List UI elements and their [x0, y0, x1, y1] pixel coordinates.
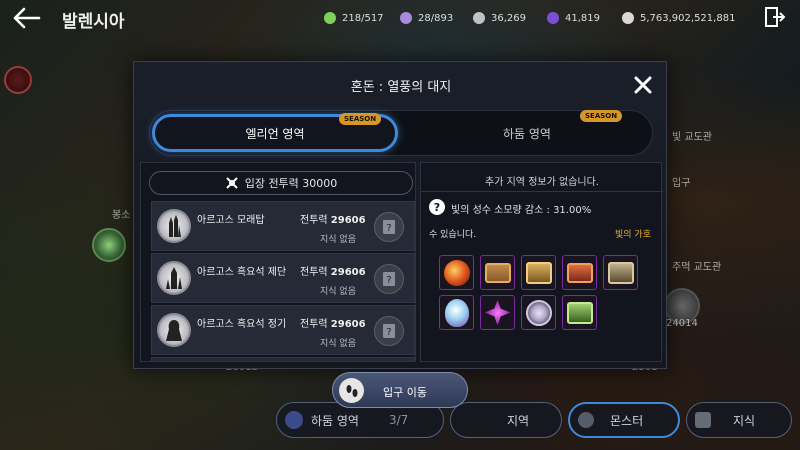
dungeon-entry[interactable]: 아르고스 모래탑 전투력 29606 지식 없음 ? [151, 201, 415, 251]
svg-text:?: ? [386, 327, 391, 338]
resource-purple-gem: 41,819 [547, 10, 600, 26]
bottom-tab-knowledge[interactable]: 지식 [686, 402, 792, 438]
dungeon-list-panel: 입장 전투력 30000 아르고스 모래탑 전투력 29606 지식 없음 ? … [140, 162, 416, 362]
knowledge-status: 지식 없음 [320, 235, 356, 245]
svg-text:?: ? [386, 223, 391, 234]
token-icon [400, 12, 412, 24]
map-label: 입구 [672, 178, 691, 189]
treasure-chest-icon[interactable] [480, 255, 515, 290]
spiral-portal-icon[interactable] [92, 228, 126, 262]
top-bar: 발렌시아 218/517 28/893 36,269 41,819 5,763,… [0, 0, 800, 36]
zone-info-panel: 추가 지역 정보가 없습니다. ? 빛의 성수 소모량 감소 : 31.00% … [420, 162, 663, 362]
divider [421, 191, 663, 192]
silver-coin-icon [473, 12, 485, 24]
tab-elion-zone[interactable]: 엘리언 영역 SEASON [152, 113, 398, 152]
season-badge: SEASON [339, 113, 382, 125]
move-to-entrance-button[interactable]: 입구 이동 [332, 372, 468, 408]
back-arrow-icon[interactable] [12, 6, 42, 30]
holy-water-reduction: 빛의 성수 소모량 감소 : 31.00% [451, 205, 592, 216]
knowledge-status: 지식 없음 [320, 287, 356, 297]
dungeon-power: 전투력 29606 [300, 319, 366, 330]
resource-crystal: 218/517 [324, 10, 384, 26]
exit-door-icon[interactable] [764, 6, 786, 28]
bottom-tab-monster[interactable]: 몬스터 [568, 402, 680, 438]
purple-gem-icon [547, 12, 559, 24]
knowledge-book-icon[interactable]: ? [374, 316, 404, 346]
green-chest-icon[interactable] [562, 295, 597, 330]
no-info-text: 추가 지역 정보가 없습니다. [485, 177, 599, 188]
help-icon[interactable]: ? [429, 199, 445, 215]
resource-silver: 36,269 [473, 10, 526, 26]
move-to-entrance-label: 입구 이동 [383, 386, 427, 399]
violet-shard-icon[interactable] [480, 295, 515, 330]
entry-power-requirement: 입장 전투력 30000 [149, 171, 413, 195]
dungeon-name: 아르고스 흑요석 제단 [197, 267, 287, 278]
knowledge-book-icon[interactable]: ? [374, 212, 404, 242]
crossed-swords-icon [225, 177, 238, 189]
iron-chest-icon[interactable] [603, 255, 638, 290]
gold-coin-icon [622, 12, 634, 24]
shield-marker-icon[interactable] [4, 66, 32, 94]
knowledge-status: 지식 없음 [320, 339, 356, 349]
dungeon-name: 아르고스 흑요석 정기 [197, 319, 287, 330]
svg-text:?: ? [386, 275, 391, 286]
golden-chest-icon[interactable] [521, 255, 556, 290]
tower-icon [157, 209, 191, 243]
bottom-tab-region[interactable]: 지역 [450, 402, 562, 438]
dungeon-power: 전투력 29606 [300, 267, 366, 278]
zone-tabs: 엘리언 영역 SEASON 하둠 영역 SEASON [149, 110, 653, 156]
zone-modal: 혼돈 : 열풍의 대지 엘리언 영역 SEASON 하둠 영역 SEASON 입… [133, 61, 667, 369]
dungeon-name: 아르고스 모래탑 [197, 215, 265, 226]
map-label: 봉소 [112, 210, 131, 221]
resource-gold: 5,763,902,521,881 [622, 10, 735, 26]
obtain-text: 수 있습니다. [429, 230, 477, 240]
altar-icon [157, 261, 191, 295]
moon-disc-icon[interactable] [521, 295, 556, 330]
close-icon[interactable] [633, 75, 653, 95]
modal-title: 혼돈 : 열풍의 대지 [350, 80, 452, 95]
tab-hadum-zone[interactable]: 하둠 영역 SEASON [404, 110, 650, 152]
resource-token: 28/893 [400, 10, 453, 26]
dungeon-entry-partial[interactable] [151, 357, 415, 361]
ornate-chest-icon[interactable] [562, 255, 597, 290]
crystal-icon [324, 12, 336, 24]
blessing-label[interactable]: 빛의 가호 [615, 227, 651, 240]
dungeon-power: 전투력 29606 [300, 215, 366, 226]
map-label: 주먹 교도관 [672, 262, 722, 273]
knowledge-tab-icon [695, 412, 711, 428]
footsteps-icon [339, 378, 364, 403]
monster-tab-icon [578, 412, 594, 428]
dungeon-entry[interactable]: 아르고스 흑요석 정기 전투력 29606 지식 없음 ? [151, 305, 415, 355]
hooded-figure-icon [157, 313, 191, 347]
dungeon-entry[interactable]: 아르고스 흑요석 제단 전투력 29606 지식 없음 ? [151, 253, 415, 303]
season-badge: SEASON [580, 110, 623, 122]
crystal-orb-icon[interactable] [439, 295, 474, 330]
map-label: 24014 [666, 318, 698, 329]
region-title: 발렌시아 [62, 12, 125, 32]
map-label: 빛 교도관 [672, 132, 712, 143]
fire-orb-icon[interactable] [439, 255, 474, 290]
globe-icon [285, 411, 303, 429]
knowledge-book-icon[interactable]: ? [374, 264, 404, 294]
